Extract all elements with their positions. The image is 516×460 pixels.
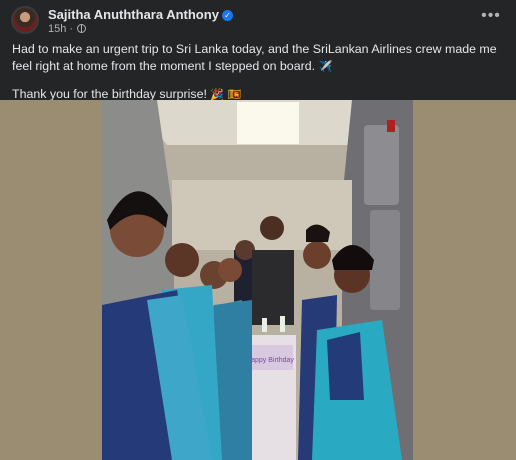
crew-member-6-blouse: [327, 332, 364, 400]
author-avatar[interactable]: [11, 6, 39, 34]
ceiling-light: [237, 102, 299, 144]
verified-badge-icon: ✓: [221, 10, 233, 21]
post-paragraph-2-text: Thank you for the birthday surprise!: [12, 87, 207, 101]
passenger-shirt: [252, 250, 294, 325]
author-name[interactable]: Sajitha Anuththara Anthony: [48, 7, 219, 22]
crew-member-4-head: [218, 258, 242, 282]
champagne-glass-left: [262, 318, 267, 332]
airplane-emoji: ✈️: [318, 61, 333, 73]
cake-inscription: Happy Birthday: [246, 357, 294, 364]
crew-member-2-head: [165, 243, 199, 277]
post-paragraph-1: Had to make an urgent trip to Sri Lanka …: [12, 41, 504, 76]
galley-cabinet: [364, 125, 399, 205]
facebook-post: Sajitha Anuththara Anthony ✓ 15h · ••• Ha…: [0, 0, 516, 460]
author-name-row: Sajitha Anuththara Anthony ✓: [48, 7, 233, 22]
post-paragraph-1-text: Had to make an urgent trip to Sri Lanka …: [12, 42, 497, 73]
post-meta: 15h ·: [48, 23, 87, 35]
cabin-crew-photo[interactable]: Happy Birthday: [102, 100, 413, 460]
champagne-glass-right: [280, 316, 285, 332]
passenger-head: [260, 216, 284, 240]
galley-panel: [370, 210, 400, 310]
post-header: Sajitha Anuththara Anthony ✓ 15h · •••: [0, 0, 516, 36]
crew-member-5-head: [303, 241, 331, 269]
post-timestamp[interactable]: 15h: [48, 23, 66, 35]
door-warning-sign: [387, 120, 395, 132]
meta-separator: ·: [69, 23, 74, 35]
more-options-button[interactable]: •••: [478, 8, 504, 28]
post-photo-frame[interactable]: Happy Birthday: [0, 100, 516, 460]
globe-icon: [77, 24, 87, 33]
